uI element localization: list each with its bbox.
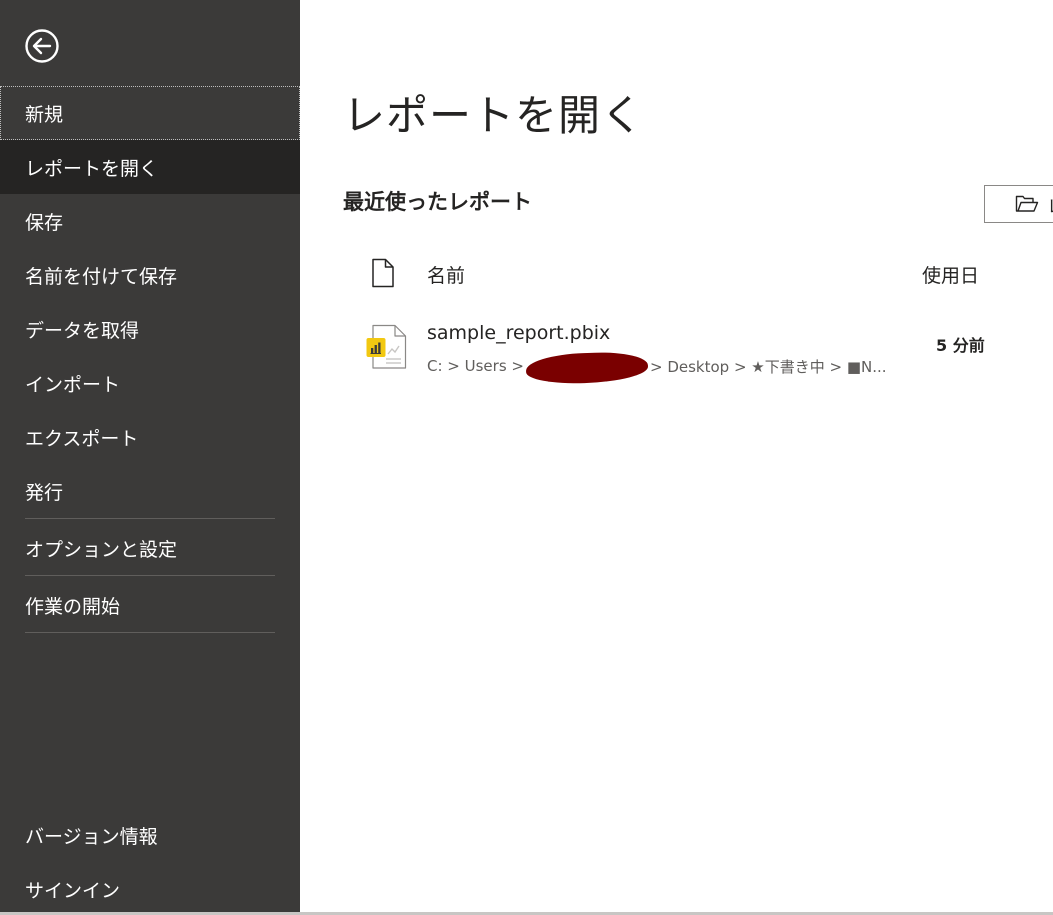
recent-reports-heading: 最近使ったレポート: [343, 190, 532, 214]
sidebar-item-label: レポートを開く: [25, 157, 159, 180]
column-header-name[interactable]: 名前: [427, 261, 465, 288]
browse-button-label: レ: [1047, 192, 1053, 217]
sidebar-item-export[interactable]: エクスポート: [0, 410, 300, 464]
sidebar: 新規 レポートを開く 保存 名前を付けて保存 データを取得 インポート エクスポ…: [0, 0, 300, 912]
folder-open-icon: [1015, 195, 1039, 213]
sidebar-item-label: バージョン情報: [25, 825, 158, 848]
back-button[interactable]: [22, 26, 62, 66]
sidebar-item-label: 保存: [25, 211, 64, 234]
power-bi-file-menu: 新規 レポートを開く 保存 名前を付けて保存 データを取得 インポート エクスポ…: [0, 0, 1053, 915]
pbix-file-icon: [366, 324, 408, 374]
sidebar-item-get-data[interactable]: データを取得: [0, 302, 300, 356]
document-icon: [370, 258, 396, 292]
sidebar-item-label: 新規: [25, 103, 64, 126]
sidebar-item-label: 作業の開始: [25, 595, 121, 618]
browse-button[interactable]: レ: [984, 185, 1053, 223]
sidebar-divider: [25, 575, 275, 576]
sidebar-item-publish[interactable]: 発行: [0, 464, 300, 518]
file-name: sample_report.pbix: [427, 322, 611, 344]
column-header-date-used[interactable]: 使用日: [922, 261, 979, 288]
sidebar-item-getting-started[interactable]: 作業の開始: [0, 578, 300, 632]
sidebar-item-label: 発行: [25, 481, 64, 504]
file-path-end: > Desktop > ★下書き中 > ■N...: [649, 357, 887, 376]
sidebar-item-label: 名前を付けて保存: [25, 265, 178, 288]
sidebar-item-label: サインイン: [25, 879, 121, 902]
sidebar-item-label: インポート: [25, 373, 121, 396]
sidebar-item-open-report[interactable]: レポートを開く: [0, 140, 300, 194]
file-path: C: > Users > > Desktop > ★下書き中 > ■N...: [427, 350, 887, 386]
sidebar-item-label: エクスポート: [25, 427, 139, 450]
back-arrow-circle-icon: [25, 29, 59, 63]
sidebar-item-new[interactable]: 新規: [0, 86, 300, 140]
sidebar-divider: [25, 518, 275, 519]
sidebar-item-options-settings[interactable]: オプションと設定: [0, 521, 300, 575]
redaction-mark: [525, 350, 649, 386]
sidebar-item-import[interactable]: インポート: [0, 356, 300, 410]
sidebar-item-about[interactable]: バージョン情報: [0, 808, 300, 862]
file-path-start: C: > Users >: [427, 357, 524, 375]
file-last-used: 5 分前: [936, 336, 985, 355]
sidebar-item-save-as[interactable]: 名前を付けて保存: [0, 248, 300, 302]
sidebar-item-label: オプションと設定: [25, 538, 178, 561]
sidebar-item-save[interactable]: 保存: [0, 194, 300, 248]
recent-file-row[interactable]: sample_report.pbix C: > Users > > Deskto…: [340, 314, 1053, 386]
sidebar-divider: [25, 632, 275, 633]
sidebar-item-label: データを取得: [25, 319, 140, 342]
page-title: レポートを開く: [343, 91, 645, 140]
sidebar-item-sign-in[interactable]: サインイン: [0, 862, 300, 915]
